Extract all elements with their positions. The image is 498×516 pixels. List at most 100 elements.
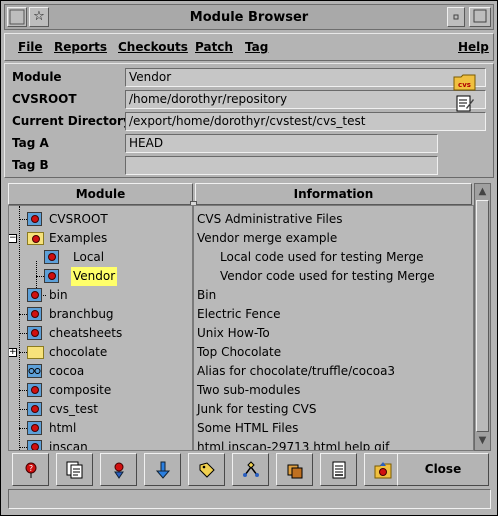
info-cell[interactable]: Top Chocolate xyxy=(197,343,281,362)
menu-bar: File Reports Checkouts Patch Tag Help xyxy=(4,33,494,61)
menu-tag[interactable]: Tag xyxy=(245,40,268,54)
tag-a-label: Tag A xyxy=(12,136,49,150)
list-item[interactable]: Local xyxy=(9,248,192,267)
status-bar xyxy=(8,489,491,509)
menu-file[interactable]: File xyxy=(18,40,43,54)
tag-button[interactable] xyxy=(188,453,225,486)
title-bar[interactable]: ☆ Module Browser xyxy=(4,4,494,30)
menu-patch[interactable]: Patch xyxy=(195,40,233,54)
info-cell[interactable]: Local code used for testing Merge xyxy=(220,248,424,267)
info-cell[interactable]: Vendor merge example xyxy=(197,229,337,248)
maximize-icon xyxy=(473,9,487,23)
module-name: inscan xyxy=(49,440,88,451)
module-name: CVSROOT xyxy=(49,212,108,226)
menu-help[interactable]: Help xyxy=(458,40,489,54)
branch-tag-icon xyxy=(243,461,259,477)
module-icon xyxy=(27,402,42,416)
tag-a-field[interactable]: HEAD xyxy=(125,134,438,153)
module-field[interactable]: Vendor xyxy=(125,68,486,87)
module-name: html xyxy=(49,421,77,435)
browse-files-button[interactable] xyxy=(56,453,93,486)
down-arrow-icon xyxy=(155,461,171,479)
info-cell[interactable]: Electric Fence xyxy=(197,305,281,324)
module-name: cocoa xyxy=(49,364,85,378)
module-name-selected: Vendor xyxy=(71,267,118,286)
list-item[interactable]: html xyxy=(9,419,192,438)
export-button[interactable] xyxy=(144,453,181,486)
patch-button[interactable] xyxy=(276,453,313,486)
module-browser-window: ☆ Module Browser File Reports Checkouts … xyxy=(0,0,498,516)
module-tree-pane: CVSROOT − Examples Local Vendor bin bran… xyxy=(8,205,193,451)
checkout-button[interactable] xyxy=(100,453,137,486)
open-folder-icon xyxy=(27,232,44,245)
module-icon xyxy=(27,421,42,435)
expand-icon[interactable]: + xyxy=(9,348,17,357)
info-cell[interactable]: Vendor code used for testing Merge xyxy=(220,267,435,286)
collapse-icon[interactable]: − xyxy=(9,234,17,243)
module-name: Examples xyxy=(49,231,108,245)
list-item[interactable]: branchbug xyxy=(9,305,192,324)
list-item[interactable]: composite xyxy=(9,381,192,400)
import-button[interactable] xyxy=(364,453,401,486)
folder-icon xyxy=(27,346,44,359)
module-name: cheatsheets xyxy=(49,326,123,340)
current-directory-label: Current Directory xyxy=(12,114,131,128)
scroll-down-arrow-icon[interactable]: ▼ xyxy=(476,434,489,448)
info-cell[interactable]: html inscan-29713 html help gif xyxy=(197,438,389,450)
information-column-header[interactable]: Information xyxy=(195,183,472,205)
module-name: chocolate xyxy=(49,345,108,359)
maximize-button[interactable] xyxy=(469,7,491,27)
module-name: branchbug xyxy=(49,307,114,321)
cvsroot-label: CVSROOT xyxy=(12,92,77,106)
module-name: Local xyxy=(73,250,105,264)
documents-icon xyxy=(66,461,83,479)
menu-reports[interactable]: Reports xyxy=(54,40,107,54)
cvsroot-field[interactable]: /home/dorothyr/repository xyxy=(125,90,486,109)
tag-b-field[interactable] xyxy=(125,156,438,175)
list-item[interactable]: cocoa xyxy=(9,362,192,381)
menu-checkouts[interactable]: Checkouts xyxy=(118,40,188,54)
info-cell[interactable]: Some HTML Files xyxy=(197,419,298,438)
info-cell[interactable]: Two sub-modules xyxy=(197,381,300,400)
module-icon xyxy=(27,212,42,226)
list-item[interactable]: bin xyxy=(9,286,192,305)
diff-report-button[interactable] xyxy=(320,453,357,486)
branch-tag-button[interactable] xyxy=(232,453,269,486)
info-cell[interactable]: Alias for chocolate/truffle/cocoa3 xyxy=(197,362,395,381)
vertical-scrollbar[interactable]: ▲ ▼ xyxy=(474,183,491,451)
module-column-header[interactable]: Module xyxy=(8,183,193,205)
window-title: Module Browser xyxy=(189,10,309,25)
list-item[interactable]: − Examples xyxy=(9,229,192,248)
module-icon xyxy=(44,250,59,264)
info-pin-icon: ? xyxy=(25,462,37,478)
scrollbar-thumb[interactable] xyxy=(476,200,489,432)
cvs-folder-icon[interactable]: cvs xyxy=(453,73,477,91)
module-label: Module xyxy=(12,70,62,84)
list-item[interactable]: inscan xyxy=(9,438,192,451)
current-directory-field[interactable]: /export/home/dorothyr/cvstest/cvs_test xyxy=(125,112,486,131)
edit-notes-icon[interactable] xyxy=(455,94,475,112)
module-icon xyxy=(44,269,59,283)
module-icon xyxy=(27,383,42,397)
module-icon xyxy=(27,440,42,450)
module-list: Module Information CVSROOT − Examples Lo… xyxy=(8,183,491,451)
list-item[interactable]: cvs_test xyxy=(9,400,192,419)
list-item[interactable]: cheatsheets xyxy=(9,324,192,343)
close-button[interactable]: Close xyxy=(397,453,489,486)
checkout-down-arrow-icon xyxy=(114,462,124,479)
list-item[interactable]: + chocolate xyxy=(9,343,192,362)
action-toolbar: ? Close xyxy=(8,453,491,487)
module-icon xyxy=(27,307,42,321)
info-cell[interactable]: CVS Administrative Files xyxy=(197,210,343,229)
module-info-button[interactable]: ? xyxy=(12,453,49,486)
info-cell[interactable]: Unix How-To xyxy=(197,324,270,343)
svg-text:?: ? xyxy=(29,464,33,473)
minimize-button[interactable] xyxy=(447,7,465,27)
info-cell[interactable]: Junk for testing CVS xyxy=(197,400,316,419)
info-cell[interactable]: Bin xyxy=(197,286,216,305)
list-item[interactable]: Vendor xyxy=(9,267,192,286)
scroll-up-arrow-icon[interactable]: ▲ xyxy=(476,185,489,199)
minimize-icon xyxy=(453,14,459,20)
module-name: composite xyxy=(49,383,112,397)
list-item[interactable]: CVSROOT xyxy=(9,210,192,229)
